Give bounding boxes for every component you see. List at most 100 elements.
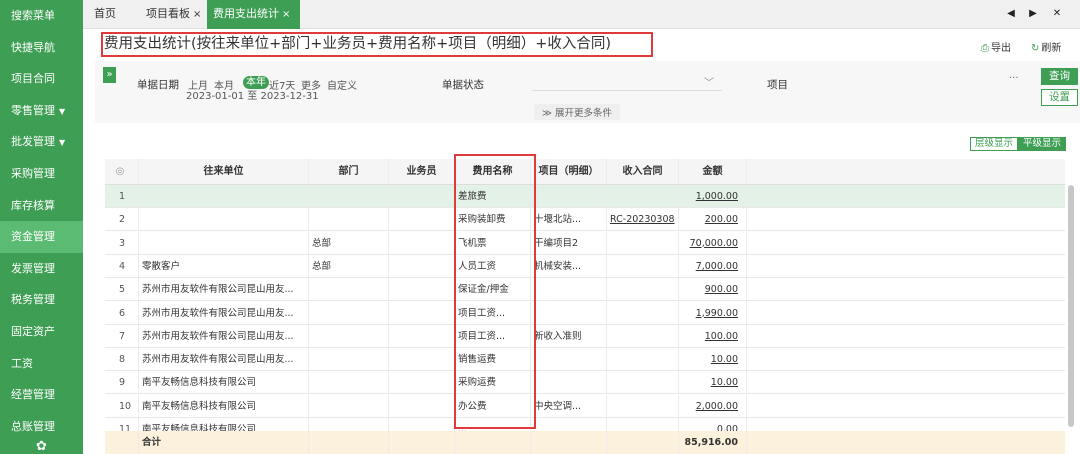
cell-proj-text: 新收入准则 (534, 330, 582, 342)
cell-contract[interactable] (607, 278, 679, 301)
sidebar-item[interactable]: 税务管理 (0, 284, 83, 316)
cell-contract-text: RC-20230308 (610, 214, 675, 226)
cell-proj: 十堰北站... (531, 208, 607, 231)
cell-vendor (139, 231, 309, 254)
cell-dept (309, 394, 389, 417)
sidebar-item[interactable]: 批发管理 ▼ (0, 126, 83, 158)
cell-contract[interactable] (607, 371, 679, 394)
tab-expense-stats[interactable]: 费用支出统计 × (207, 0, 300, 29)
chevron-down-icon[interactable]: ﹀ (704, 74, 714, 89)
date-range[interactable]: 2023-01-01 至 2023-12-31 (186, 87, 319, 102)
tab-prev-icon[interactable]: ◀ (1003, 6, 1019, 22)
cell-fee-text: 飞机票 (458, 237, 487, 249)
settings-button[interactable]: 设置 (1041, 89, 1078, 106)
table-row[interactable]: 7 苏州市用友软件有限公司昆山用友... 项目工资... 新收入准则 100.00 (105, 324, 1065, 348)
cell-proj (531, 185, 607, 207)
sidebar-item[interactable]: 项目合同 (0, 63, 83, 95)
cell-amt[interactable]: 900.00 (679, 278, 747, 301)
cell-vendor-text: 零散客户 (142, 260, 181, 272)
col-vendor[interactable]: 往来单位 (139, 159, 309, 184)
col-staff[interactable]: 业务员 (389, 159, 455, 184)
flat-view-button[interactable]: 平级显示 (1018, 137, 1067, 151)
sidebar-item[interactable]: 资金管理 (0, 221, 83, 253)
cell-amt[interactable]: 100.00 (679, 324, 747, 347)
cell-amt[interactable]: 1,000.00 (679, 185, 747, 207)
query-button[interactable]: 查询 (1041, 68, 1078, 85)
cell-amt[interactable]: 200.00 (679, 208, 747, 231)
export-button[interactable]: ⎙ 导出 (981, 39, 1011, 54)
cell-contract[interactable] (607, 348, 679, 371)
cell-contract[interactable] (607, 394, 679, 417)
cell-amt[interactable]: 70,000.00 (679, 231, 747, 254)
cell-idx (105, 431, 139, 454)
sidebar-item[interactable]: 零售管理 ▼ (0, 95, 83, 127)
cell-vendor (139, 208, 309, 231)
cell-contract[interactable]: RC-20230308 (607, 208, 679, 231)
cell-idx: 3 (105, 231, 139, 254)
cell-amt-text: 1,000.00 (695, 191, 738, 202)
hierarchy-view-button[interactable]: 层级显示 (970, 137, 1019, 151)
table-row[interactable]: 2 采购装卸费 十堰北站... RC-20230308 200.00 (105, 208, 1065, 232)
cell-amt-text: 1,990.00 (695, 307, 738, 319)
cell-fee: 差旅费 (455, 185, 531, 207)
tab-next-icon[interactable]: ▶ (1025, 6, 1041, 22)
sidebar-item[interactable]: 快捷导航 (0, 32, 83, 64)
col-project[interactable]: 项目（明细） (531, 159, 607, 184)
col-fee[interactable]: 费用名称 (455, 159, 531, 184)
refresh-button[interactable]: ↻ 刷新 (1031, 39, 1061, 54)
cell-dept (309, 348, 389, 371)
table-row[interactable]: 5 苏州市用友软件有限公司昆山用友... 保证金/押金 900.00 (105, 278, 1065, 302)
cell-amt[interactable]: 1,990.00 (679, 301, 747, 324)
cell-staff (389, 254, 455, 277)
tab-home[interactable]: 首页 (88, 0, 122, 29)
close-icon[interactable]: × (193, 9, 201, 20)
table-row[interactable]: 3 总部 飞机票 干编项目2 70,000.00 (105, 231, 1065, 255)
cell-amt[interactable]: 10.00 (679, 348, 747, 371)
table-row[interactable]: 1 差旅费 1,000.00 (105, 185, 1065, 208)
sidebar-item[interactable]: 库存核算 (0, 190, 83, 222)
cell-contract[interactable] (607, 254, 679, 277)
table-row[interactable]: 9 南平友畅信息科技有限公司 采购运费 10.00 (105, 371, 1065, 395)
col-dept[interactable]: 部门 (309, 159, 389, 184)
cell-amt[interactable]: 2,000.00 (679, 394, 747, 417)
cell-contract[interactable] (607, 301, 679, 324)
sidebar-item-label: 经营管理 (11, 388, 55, 402)
cell-idx: 8 (105, 348, 139, 371)
quick-date-option[interactable]: 自定义 (327, 77, 357, 92)
close-icon[interactable]: × (282, 9, 290, 20)
sidebar-item[interactable]: 采购管理 (0, 158, 83, 190)
settings-gear-icon[interactable]: ✿ (0, 440, 83, 454)
cell-dept (309, 278, 389, 301)
table-row[interactable]: 4 零散客户 总部 人员工资 机械安装... 7,000.00 (105, 254, 1065, 278)
cell-vendor-text: 苏州市用友软件有限公司昆山用友... (142, 354, 294, 366)
sidebar-item[interactable]: 工资 (0, 348, 83, 380)
table-row[interactable]: 8 苏州市用友软件有限公司昆山用友... 销售运费 10.00 (105, 348, 1065, 372)
sidebar-item[interactable]: 固定资产 (0, 316, 83, 348)
sidebar-item[interactable]: 总账管理 (0, 411, 83, 443)
table-row[interactable]: 6 苏州市用友软件有限公司昆山用友... 项目工资... 1,990.00 (105, 301, 1065, 325)
column-settings-icon[interactable]: ◎ (105, 159, 139, 184)
cell-contract[interactable] (607, 231, 679, 254)
sidebar-item[interactable]: 经营管理 (0, 379, 83, 411)
cell-amt[interactable]: 7,000.00 (679, 254, 747, 277)
expand-more-conditions-button[interactable]: ≫ 展开更多条件 (534, 104, 620, 120)
cell-dept (309, 431, 389, 454)
table-row[interactable]: 10 南平友畅信息科技有限公司 办公费 中央空调... 2,000.00 (105, 394, 1065, 418)
sidebar-item-label: 搜索菜单 (11, 9, 55, 22)
cell-amt[interactable]: 10.00 (679, 371, 747, 394)
col-amount[interactable]: 金额 (679, 159, 747, 184)
cell-fee: 保证金/押金 (455, 278, 531, 301)
expand-sidebar-icon[interactable]: » (103, 67, 116, 83)
project-picker-icon[interactable]: ··· (1009, 73, 1019, 84)
tab-close-all-icon[interactable]: ✕ (1049, 6, 1065, 22)
vertical-scrollbar[interactable] (1068, 185, 1074, 427)
col-contract[interactable]: 收入合同 (607, 159, 679, 184)
sidebar-item[interactable]: 搜索菜单 (0, 0, 83, 32)
sidebar-item[interactable]: 发票管理 (0, 253, 83, 285)
status-select[interactable] (532, 90, 722, 91)
cell-contract[interactable] (607, 185, 679, 207)
cell-idx-text: 7 (119, 330, 126, 342)
cell-dept (309, 324, 389, 347)
tab-project-board[interactable]: 项目看板 × (140, 0, 207, 29)
cell-contract[interactable] (607, 324, 679, 347)
